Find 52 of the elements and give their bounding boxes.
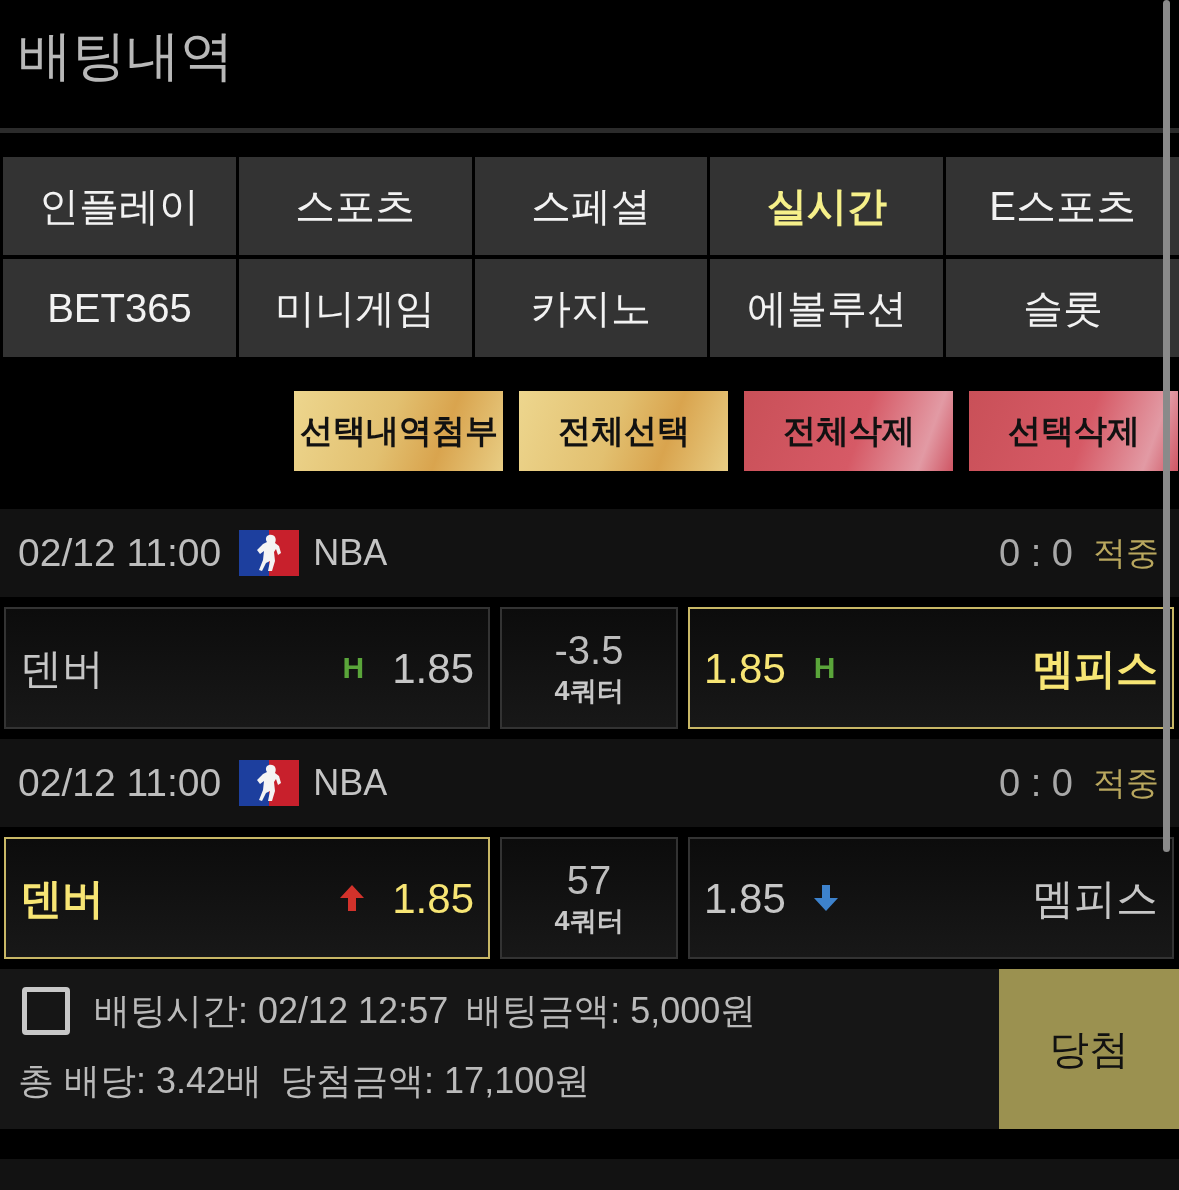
odds-option[interactable]: 1.85 H 멤피스	[688, 607, 1174, 729]
result-label: 적중	[1093, 533, 1159, 574]
action-button[interactable]: 선택내역첨부	[294, 391, 503, 471]
category-tab[interactable]: 스페셜	[474, 157, 708, 255]
match-score: 0 : 0	[999, 760, 1073, 806]
odds-value: 1.85	[704, 643, 786, 694]
action-button[interactable]: 선택삭제	[969, 391, 1178, 471]
category-tab[interactable]: 미니게임	[238, 259, 472, 357]
match-time: 02/12 11:00	[18, 759, 222, 806]
bet-time: 배팅시간: 02/12 12:57	[94, 989, 449, 1033]
category-tab[interactable]: 카지노	[474, 259, 708, 357]
odds-option[interactable]: 1.85 멤피스	[688, 837, 1174, 959]
category-tab[interactable]: 슬롯	[946, 259, 1179, 357]
team-name: 덴버	[20, 873, 104, 924]
category-tab[interactable]: BET365	[3, 259, 236, 357]
league-name: NBA	[313, 531, 388, 575]
team-name: 덴버	[20, 643, 104, 694]
period-label: 4쿼터	[554, 904, 624, 938]
line-value: 57	[566, 858, 612, 901]
handicap-marker: H	[342, 653, 365, 683]
result-label: 적중	[1093, 763, 1159, 804]
odds-option[interactable]: 덴버 1.85	[4, 837, 490, 959]
category-tab[interactable]: E스포츠	[946, 157, 1179, 255]
basketball-logo-icon	[239, 760, 300, 806]
odds-value: 1.85	[392, 643, 474, 694]
page-title: 배팅내역	[18, 24, 235, 87]
odds-option[interactable]: 덴버 H 1.85	[4, 607, 490, 729]
line-value: -3.5	[554, 628, 624, 671]
category-tab[interactable]: 에볼루션	[710, 259, 944, 357]
handicap-marker: H	[813, 653, 836, 683]
category-tab[interactable]: 인플레이	[3, 157, 236, 255]
match-score: 0 : 0	[999, 530, 1073, 576]
period-label: 4쿼터	[554, 674, 624, 708]
match-time: 02/12 11:00	[18, 529, 222, 576]
checkbox[interactable]	[22, 987, 70, 1035]
scrollbar-thumb[interactable]	[1163, 0, 1170, 852]
action-button[interactable]: 전체삭제	[744, 391, 953, 471]
odds-value: 1.85	[704, 873, 786, 924]
team-name: 멤피스	[1032, 643, 1158, 694]
team-name: 멤피스	[1032, 873, 1158, 924]
up-arrow-icon	[340, 885, 365, 911]
status-button[interactable]: 당첨	[999, 969, 1179, 1129]
basketball-logo-icon	[239, 530, 300, 576]
payout-amount: 당첨금액: 17,100원	[280, 1059, 591, 1103]
down-arrow-icon	[813, 885, 838, 911]
bet-amount: 배팅금액: 5,000원	[466, 989, 757, 1033]
league-name: NBA	[313, 761, 388, 805]
odds-value: 1.85	[392, 873, 474, 924]
category-tab[interactable]: 실시간	[710, 157, 944, 255]
action-button[interactable]: 전체선택	[519, 391, 728, 471]
total-odds: 총 배당: 3.42배	[18, 1059, 263, 1103]
category-tab[interactable]: 스포츠	[238, 157, 472, 255]
